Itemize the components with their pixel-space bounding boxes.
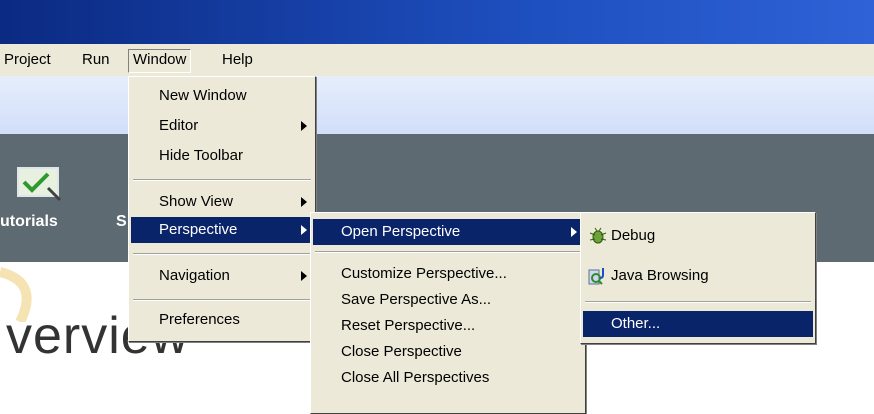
menu-item-navigation[interactable]: Navigation (131, 263, 313, 289)
menu-item-label: Hide Toolbar (159, 147, 243, 164)
menu-separator (315, 251, 581, 253)
menu-item-label: Close All Perspectives (341, 369, 490, 386)
menu-item-close-all-perspectives[interactable]: Close All Perspectives (313, 365, 583, 391)
menu-item-label: Other... (611, 315, 661, 332)
menu-item-hide-toolbar[interactable]: Hide Toolbar (131, 143, 313, 169)
menu-item-preferences[interactable]: Preferences (131, 307, 313, 333)
samples-link[interactable]: S (116, 213, 127, 231)
menu-separator (133, 299, 311, 301)
menu-window[interactable]: Window (128, 49, 192, 73)
submenu-arrow-icon (571, 227, 577, 237)
menu-item-java-browsing[interactable]: Java Browsing (583, 263, 813, 289)
tutorials-link[interactable]: utorials (0, 213, 58, 231)
debug-bug-icon (589, 227, 607, 244)
menu-run[interactable]: Run (78, 50, 114, 72)
submenu-arrow-icon (301, 225, 307, 235)
submenu-arrow-icon (301, 197, 307, 207)
menu-item-new-window[interactable]: New Window (131, 83, 313, 109)
menu-help[interactable]: Help (218, 50, 257, 72)
menu-item-label: Customize Perspective... (341, 265, 507, 282)
menu-item-editor[interactable]: Editor (131, 113, 313, 139)
menu-bar: Project Run Window Help (0, 44, 874, 77)
menu-item-label: Show View (159, 193, 233, 210)
menu-item-label: Reset Perspective... (341, 317, 476, 334)
menu-item-perspective[interactable]: Perspective (131, 217, 313, 243)
menu-item-label: Debug (611, 227, 656, 244)
menu-item-label: Preferences (159, 311, 240, 328)
menu-item-label: Close Perspective (341, 343, 462, 360)
menu-item-label: Save Perspective As... (341, 291, 492, 308)
menu-item-customize-perspective[interactable]: Customize Perspective... (313, 261, 583, 287)
menu-item-show-view[interactable]: Show View (131, 189, 313, 215)
menu-separator (585, 301, 811, 303)
submenu-arrow-icon (301, 121, 307, 131)
open-perspective-menu-popup: Debug Java Browsing Other... (580, 212, 816, 344)
menu-item-label: New Window (159, 87, 247, 104)
submenu-arrow-icon (301, 271, 307, 281)
menu-item-label: Navigation (159, 267, 230, 284)
menu-item-save-perspective-as[interactable]: Save Perspective As... (313, 287, 583, 313)
window-title-bar (0, 0, 874, 44)
menu-project[interactable]: Project (0, 50, 55, 72)
menu-item-reset-perspective[interactable]: Reset Perspective... (313, 313, 583, 339)
menu-item-open-perspective[interactable]: Open Perspective (313, 219, 583, 245)
menu-separator (133, 179, 311, 181)
menu-item-other[interactable]: Other... (583, 311, 813, 337)
menu-separator (133, 253, 311, 255)
menu-item-label: Editor (159, 117, 199, 134)
menu-item-label: Open Perspective (341, 223, 461, 240)
window-menu-popup: New Window Editor Hide Toolbar Show View… (128, 76, 316, 342)
menu-item-close-perspective[interactable]: Close Perspective (313, 339, 583, 365)
java-browsing-icon (588, 268, 604, 285)
tutorials-icon[interactable] (14, 164, 70, 204)
perspective-menu-popup: Open Perspective Customize Perspective..… (310, 212, 586, 414)
menu-item-debug[interactable]: Debug (583, 223, 813, 249)
menu-item-label: Java Browsing (611, 267, 709, 284)
menu-item-label: Perspective (159, 221, 238, 238)
